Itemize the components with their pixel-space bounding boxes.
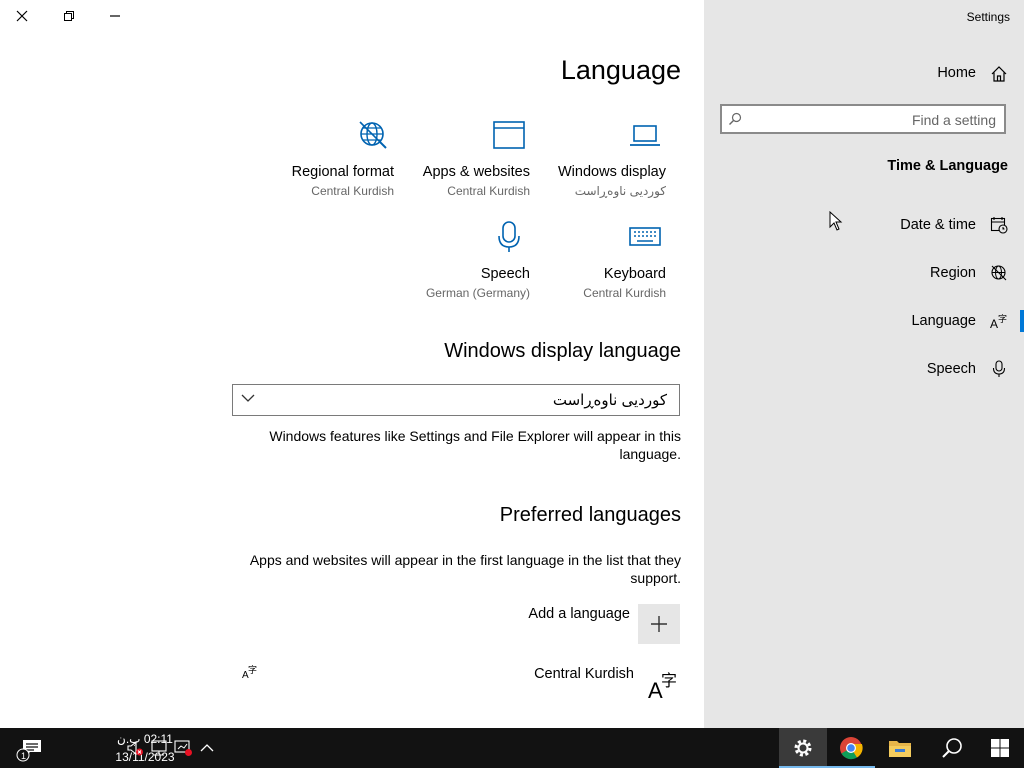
- sidebar-item-region[interactable]: Region: [704, 253, 1024, 293]
- page-title: Language: [560, 55, 681, 85]
- search-icon: [942, 738, 962, 758]
- laptop-icon: [630, 125, 660, 146]
- tile-label: Keyboard: [603, 266, 666, 282]
- chevron-up-icon: [200, 744, 214, 752]
- tile-label: Regional format: [291, 164, 394, 180]
- list-item[interactable]: A 字 Central Kurdish A 字: [232, 656, 682, 706]
- tile-keyboard[interactable]: Keyboard Central Kurdish: [536, 220, 666, 304]
- gear-icon: [794, 739, 812, 757]
- plus-icon: [651, 616, 667, 632]
- svg-text:字: 字: [248, 664, 257, 676]
- display-language-value: کوردیی ناوەڕاست: [552, 392, 667, 409]
- preferred-languages-description: Apps and websites will appear in the fir…: [249, 552, 681, 586]
- taskbar-file-explorer[interactable]: [876, 728, 924, 768]
- sidebar-item-label: Language: [911, 313, 976, 329]
- globe-icon: [359, 121, 387, 149]
- sidebar-item-label: Date & time: [900, 217, 976, 233]
- tile-subtitle: Central Kurdish: [447, 184, 530, 198]
- sidebar-item-language[interactable]: Language A 字: [704, 301, 1024, 341]
- close-icon: [16, 10, 28, 22]
- sidebar-item-home[interactable]: Home: [704, 56, 1024, 92]
- main-pane: Language Regional format Central Kurdish…: [0, 0, 704, 728]
- taskbar: 1 02:11 پ.ن 13/11/2023: [0, 728, 1024, 768]
- mouse-cursor-icon: [829, 211, 843, 231]
- folder-icon: [889, 741, 911, 757]
- add-language-button[interactable]: [638, 604, 680, 644]
- tile-subtitle: کوردیی ناوەڕاست: [574, 184, 666, 198]
- tile-label: Speech: [480, 266, 530, 282]
- taskbar-settings[interactable]: [779, 728, 827, 768]
- restore-button[interactable]: [57, 4, 81, 28]
- tile-subtitle: Central Kurdish: [583, 286, 666, 300]
- search-input[interactable]: [748, 108, 998, 132]
- tile-speech[interactable]: Speech German (Germany): [400, 220, 530, 304]
- add-language-label[interactable]: Add a language: [528, 606, 630, 622]
- chevron-down-icon: [241, 394, 255, 402]
- display-language-description: Windows features like Settings and File …: [269, 428, 681, 462]
- sidebar-item-label: Region: [930, 265, 976, 281]
- sidebar-item-date-time[interactable]: Date & time: [704, 205, 1024, 245]
- tile-windows-display[interactable]: Windows display کوردیی ناوەڕاست: [536, 118, 666, 202]
- preferred-languages-heading: Preferred languages: [499, 504, 681, 526]
- tile-regional-format[interactable]: Regional format Central Kurdish: [264, 118, 394, 202]
- svg-text:A: A: [990, 317, 998, 330]
- keyboard-icon: [629, 227, 661, 246]
- tile-label: Apps & websites: [422, 164, 530, 180]
- search-icon: [729, 112, 742, 125]
- network-icon: [151, 740, 167, 756]
- language-pack-icon: A 字: [242, 664, 257, 680]
- show-hidden-icons-button[interactable]: [196, 728, 218, 768]
- svg-text:字: 字: [661, 671, 677, 690]
- calendar-clock-icon: [990, 217, 1008, 234]
- tile-subtitle: German (Germany): [425, 286, 530, 300]
- badge-icon: 1: [16, 748, 30, 762]
- display-language-select[interactable]: کوردیی ناوەڕاست: [232, 384, 680, 416]
- volume-muted-icon: [127, 740, 143, 756]
- minimize-button[interactable]: [103, 4, 127, 28]
- app-title: Settings: [966, 10, 1010, 24]
- svg-text:1: 1: [21, 751, 26, 761]
- microphone-icon: [498, 221, 520, 252]
- restore-icon: [64, 11, 74, 21]
- volume-button[interactable]: [124, 728, 146, 768]
- globe-icon: [991, 265, 1007, 281]
- action-center-button[interactable]: 1: [14, 728, 50, 768]
- home-icon: [991, 66, 1007, 82]
- microphone-icon: [992, 360, 1006, 377]
- section-title: Time & Language: [887, 158, 1008, 174]
- security-button[interactable]: [172, 728, 194, 768]
- home-label: Home: [937, 65, 976, 81]
- tile-apps-websites[interactable]: Apps & websites Central Kurdish: [400, 118, 530, 202]
- display-language-heading: Windows display language: [444, 340, 681, 362]
- taskbar-search[interactable]: [928, 728, 976, 768]
- windows-logo-icon: [991, 739, 1009, 757]
- sidebar-item-speech[interactable]: Speech: [704, 349, 1024, 389]
- chrome-icon: [840, 737, 863, 760]
- tile-subtitle: Central Kurdish: [311, 184, 394, 198]
- active-indicator: [1020, 310, 1024, 332]
- clock[interactable]: 02:11 پ.ن 13/11/2023: [56, 728, 174, 768]
- tile-label: Windows display: [558, 164, 666, 180]
- start-button[interactable]: [976, 728, 1024, 768]
- language-icon: A 字: [990, 313, 1007, 330]
- search-box[interactable]: [720, 104, 1006, 134]
- language-name: Central Kurdish: [534, 666, 634, 682]
- close-button[interactable]: [10, 4, 34, 28]
- browser-window-icon: [493, 121, 525, 149]
- security-center-icon: [174, 740, 192, 756]
- minimize-icon: [110, 15, 120, 17]
- taskbar-chrome[interactable]: [827, 728, 875, 768]
- network-button[interactable]: [148, 728, 170, 768]
- language-icon: A 字: [648, 671, 677, 702]
- svg-text:字: 字: [998, 313, 1007, 325]
- sidebar-item-label: Speech: [926, 361, 976, 377]
